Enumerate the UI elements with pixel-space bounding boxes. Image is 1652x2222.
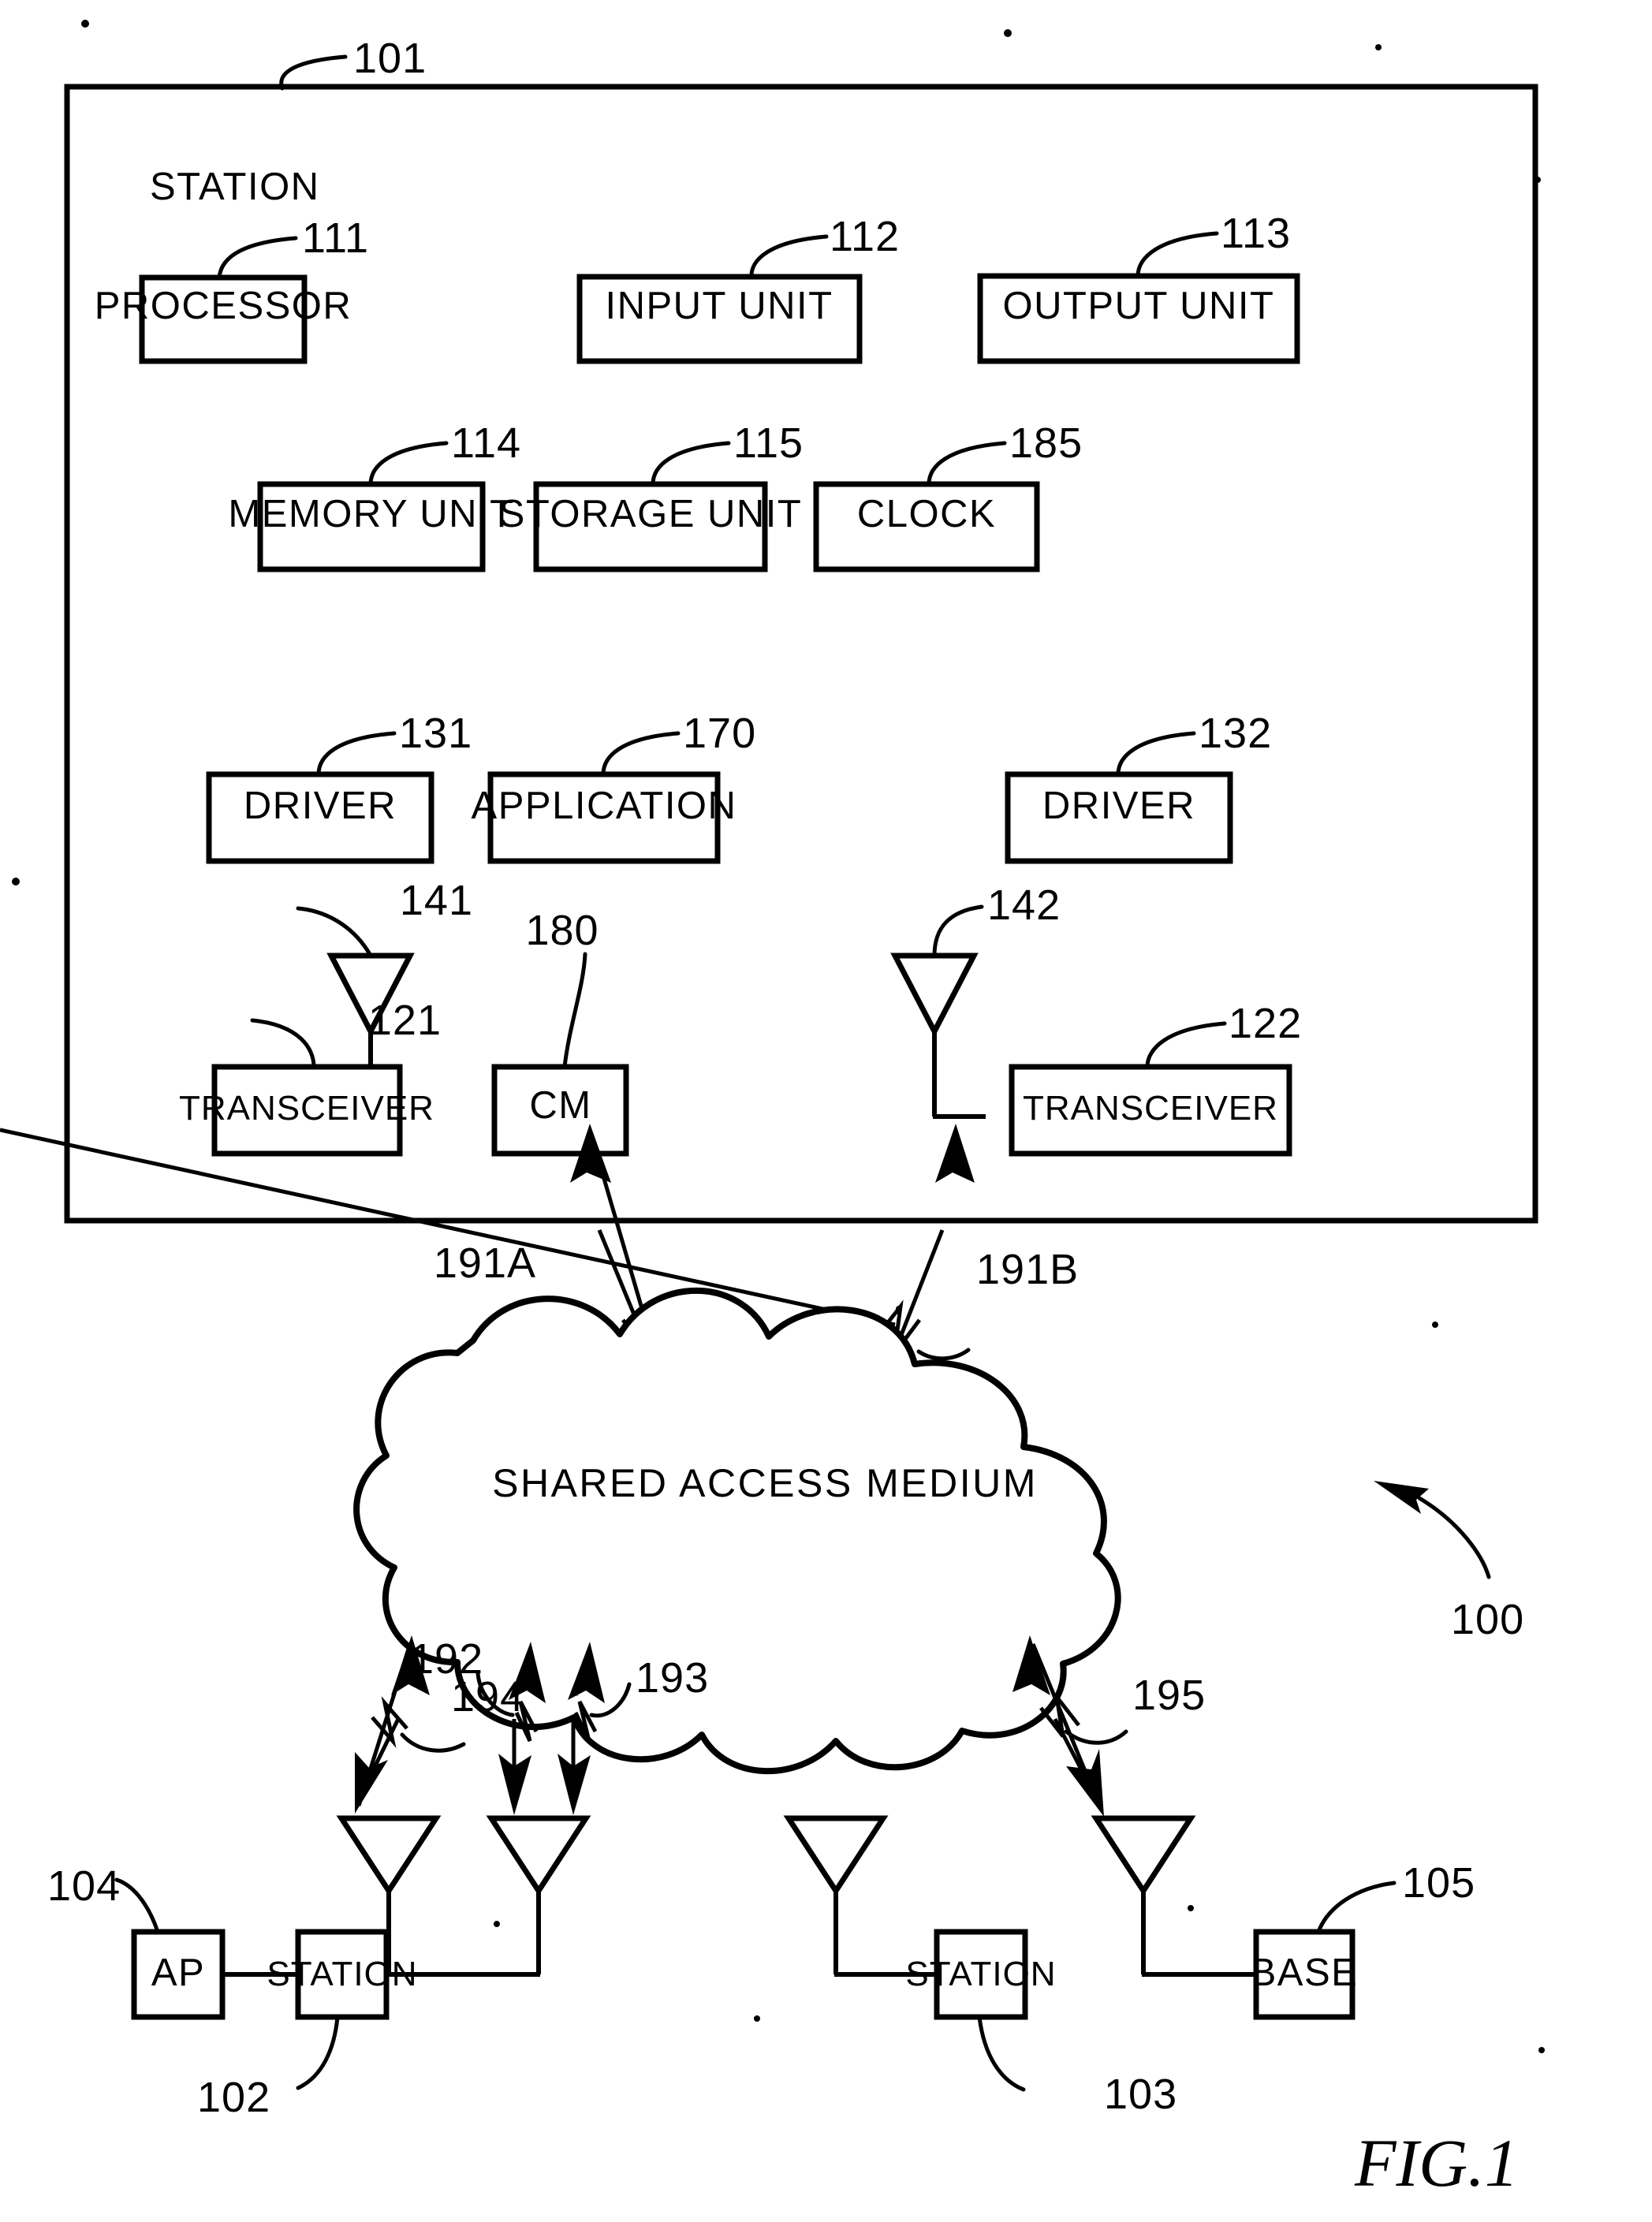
ref-195: 195	[1132, 1672, 1206, 1719]
antenna-ap-icon	[336, 1815, 442, 1896]
memory-unit-114-label: MEMORY UNIT	[228, 493, 514, 535]
ref-121: 121	[368, 997, 442, 1044]
ref-102: 102	[197, 2074, 270, 2121]
processor-111-label: PROCESSOR	[95, 285, 352, 327]
scan-speck	[1432, 1322, 1438, 1328]
leader-104	[114, 1877, 160, 1934]
ref-170: 170	[683, 710, 756, 757]
shared-access-medium-label: SHARED ACCESS MEDIUM	[492, 1461, 1038, 1505]
base-105-label: BASE	[1251, 1952, 1359, 1994]
antenna-station102-icon	[486, 1815, 591, 1896]
link-195-down-arrowhead	[1066, 1749, 1104, 1817]
leader-194	[400, 1732, 466, 1753]
ap-104-label: AP	[151, 1952, 205, 1994]
ref-191a: 191A	[434, 1240, 536, 1287]
application-170-label: APPLICATION	[472, 785, 737, 827]
ref-142: 142	[987, 882, 1061, 929]
ref-113: 113	[1221, 210, 1291, 257]
ref-105: 105	[1402, 1859, 1475, 1907]
scan-speck	[12, 878, 20, 885]
station-103-label: STATION	[905, 1955, 1056, 1993]
transceiver-122-label: TRANSCEIVER	[1023, 1089, 1278, 1128]
clock-185-label: CLOCK	[857, 493, 996, 535]
scan-speck	[1375, 44, 1382, 50]
leader-195	[1064, 1729, 1128, 1745]
scan-speck	[754, 2015, 760, 2022]
antenna-station103-icon	[783, 1815, 889, 1896]
ref-193: 193	[636, 1654, 709, 1702]
ref-180: 180	[525, 907, 599, 954]
leader-191b	[916, 1348, 971, 1361]
ref-185: 185	[1009, 419, 1083, 467]
output-unit-113-label: OUTPUT UNIT	[1003, 285, 1275, 327]
ref-103: 103	[1104, 2071, 1177, 2118]
leader-102	[296, 2015, 340, 2090]
scan-speck	[81, 20, 89, 28]
scan-speck	[1188, 1905, 1194, 1911]
figure-label: FIG.1	[1354, 2125, 1519, 2201]
ref-141: 141	[400, 877, 473, 924]
leader-105	[1316, 1881, 1397, 1934]
station-101-box	[64, 84, 1538, 1224]
storage-unit-115-label: STORAGE UNIT	[499, 493, 803, 535]
leader-100	[1417, 1496, 1491, 1579]
antenna-base-icon	[1091, 1815, 1196, 1896]
ref-104: 104	[47, 1862, 121, 1910]
scan-speck	[1004, 29, 1012, 37]
ref-111: 111	[302, 214, 369, 262]
scan-speck	[1538, 2047, 1545, 2053]
driver-132-label: DRIVER	[1042, 785, 1195, 827]
cm-180-label: CM	[529, 1084, 591, 1127]
ref-112: 112	[830, 213, 900, 260]
input-unit-112-label: INPUT UNIT	[605, 285, 833, 327]
ref-114: 114	[451, 419, 521, 467]
ref-100: 100	[1451, 1596, 1524, 1643]
leader-103	[977, 2015, 1026, 2092]
ref-131: 131	[399, 710, 472, 757]
ref-115: 115	[733, 419, 804, 467]
ref-122: 122	[1229, 1000, 1302, 1047]
transceiver-121-label: TRANSCEIVER	[179, 1089, 434, 1128]
figure-canvas: 101 STATION PROCESSOR 111 INPUT UNIT 112…	[0, 20, 1545, 2201]
station-102-label: STATION	[267, 1955, 417, 1993]
leader-101	[279, 54, 348, 91]
ref-191b: 191B	[976, 1246, 1079, 1293]
scan-speck	[494, 1921, 500, 1927]
station-title: STATION	[150, 166, 320, 208]
ref-132: 132	[1199, 710, 1272, 757]
ref-192: 192	[410, 1635, 483, 1683]
ref-101: 101	[353, 35, 427, 82]
driver-131-label: DRIVER	[244, 785, 397, 827]
patent-figure: 101 STATION PROCESSOR 111 INPUT UNIT 112…	[0, 0, 1652, 2222]
